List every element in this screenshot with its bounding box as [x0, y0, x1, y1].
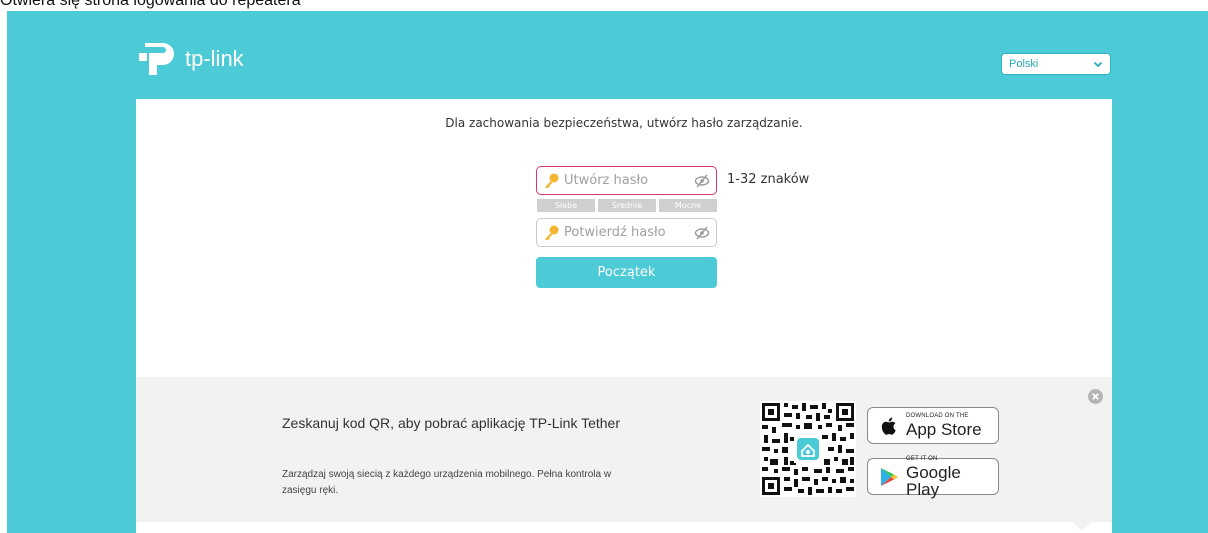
- banner-pointer: [1073, 522, 1091, 531]
- tp-link-logo: tp-link: [137, 39, 244, 79]
- google-play-label: Google Play: [906, 462, 961, 499]
- hide-password-icon[interactable]: [694, 173, 710, 189]
- app-store-label: App Store: [906, 420, 982, 439]
- apple-icon: [881, 417, 896, 435]
- confirm-password-input[interactable]: [564, 225, 686, 240]
- security-message: Dla zachowania bezpieczeństwa, utwórz ha…: [445, 116, 803, 130]
- banner-description: Zarządzaj swoją siecią z każdego urządze…: [282, 469, 612, 496]
- strength-medium: Średnie: [598, 199, 656, 212]
- create-password-input[interactable]: [564, 173, 686, 188]
- google-play-small-text: GET IT ON: [906, 455, 938, 462]
- tp-link-logo-icon: [139, 43, 174, 75]
- banner-title: Zeskanuj kod QR, aby pobrać aplikację TP…: [282, 415, 620, 431]
- app-store-badge[interactable]: DOWNLOAD ON THE App Store: [867, 407, 999, 444]
- app-download-banner: Zeskanuj kod QR, aby pobrać aplikację TP…: [136, 377, 1112, 522]
- logo-text: tp-link: [185, 46, 244, 71]
- password-length-hint: 1-32 znaków: [727, 172, 810, 187]
- language-select[interactable]: Polski: [1001, 53, 1111, 75]
- google-play-icon: [881, 467, 898, 486]
- create-password-field[interactable]: [536, 166, 717, 195]
- app-store-small-text: DOWNLOAD ON THE: [906, 413, 969, 419]
- key-icon: [545, 225, 559, 240]
- page-caption: Otwiera się strona logowania do repeater…: [0, 0, 301, 9]
- hide-password-icon[interactable]: [694, 225, 710, 241]
- browser-page: tp-link Polski Dla zachowania bezpieczeń…: [7, 11, 1208, 533]
- start-button[interactable]: Początek: [536, 257, 717, 288]
- password-strength-meter: Słabe Średnie Mocne: [537, 199, 717, 212]
- chevron-down-icon: [1093, 61, 1103, 68]
- google-play-badge[interactable]: GET IT ON Google Play: [867, 455, 999, 499]
- qr-code: [760, 401, 856, 497]
- confirm-password-field[interactable]: [536, 218, 717, 247]
- strength-weak: Słabe: [537, 199, 595, 212]
- language-selected: Polski: [1009, 58, 1039, 70]
- strength-strong: Mocne: [659, 199, 717, 212]
- key-icon: [545, 173, 559, 188]
- close-icon[interactable]: [1088, 389, 1103, 404]
